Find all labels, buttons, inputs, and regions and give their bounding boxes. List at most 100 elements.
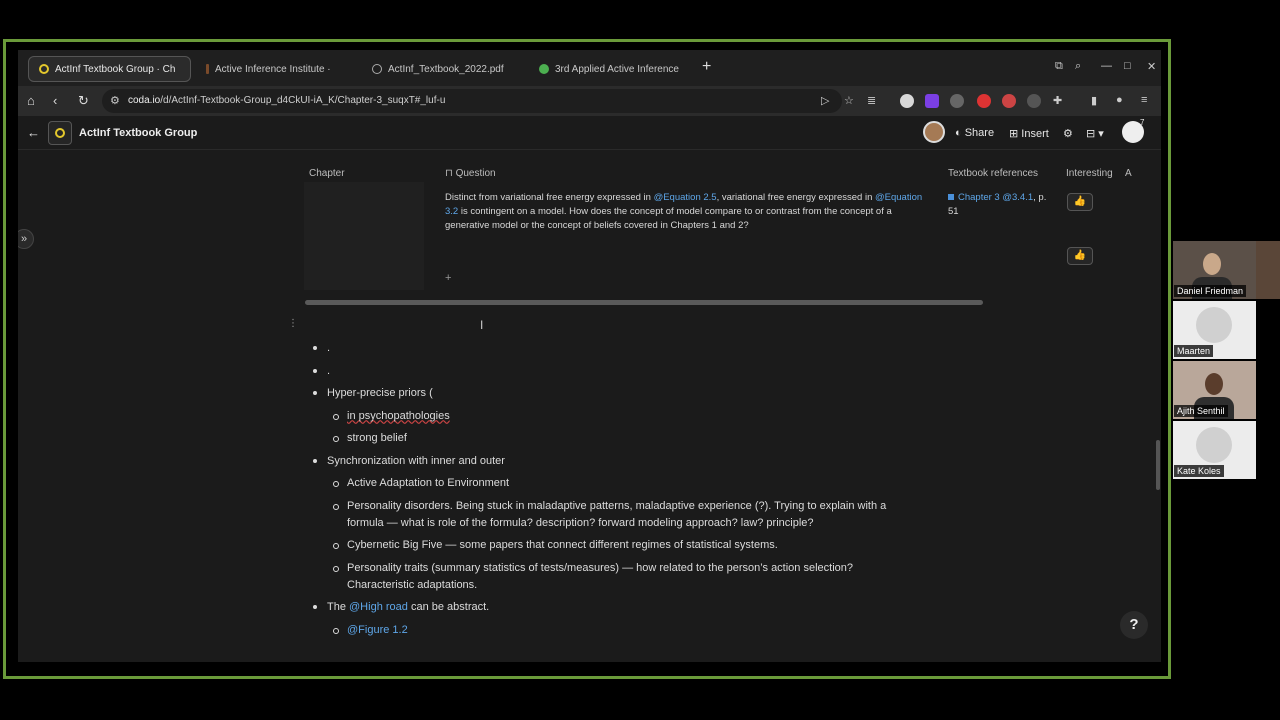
tab-label: Active Inference Institute · xyxy=(215,63,331,75)
list-item-text: can be abstract. xyxy=(407,601,490,613)
reload-icon[interactable]: ↻ xyxy=(78,93,89,109)
help-button[interactable]: ? xyxy=(1120,611,1148,639)
share-button[interactable]: ◐ Share xyxy=(955,127,994,139)
list-item[interactable]: Personality traits (summary statistics o… xyxy=(310,560,890,594)
horizontal-scrollbar[interactable] xyxy=(305,300,983,305)
participant-tile[interactable]: Kate Koles xyxy=(1173,421,1256,479)
participant-name: Maarten xyxy=(1174,345,1214,357)
comments-icon[interactable]: ⊟ ▾ xyxy=(1086,127,1104,140)
tab-textbook-pdf[interactable]: ActInf_Textbook_2022.pdf xyxy=(362,56,524,82)
avatar xyxy=(1196,307,1232,343)
list-item[interactable]: Synchronization with inner and outer xyxy=(310,453,890,470)
list-item[interactable]: strong belief xyxy=(310,430,890,447)
column-header-chapter[interactable]: Chapter xyxy=(309,168,345,179)
bullet-list[interactable]: . . Hyper-precise priors ( in psychopath… xyxy=(310,340,890,644)
new-tab-button[interactable]: + xyxy=(702,58,711,76)
menu-icon[interactable]: ≡ xyxy=(1141,94,1147,106)
share-label: Share xyxy=(964,127,995,139)
tab-label: 3rd Applied Active Inference xyxy=(555,63,679,75)
thumbs-up-button[interactable]: 👍 xyxy=(1067,247,1093,265)
insert-button[interactable]: ⊞ Insert xyxy=(1009,127,1049,140)
tab-search-icon[interactable]: ⧉ xyxy=(1055,60,1063,73)
column-header-interesting[interactable]: Interesting xyxy=(1066,168,1113,179)
site-info-icon[interactable]: ⚙ xyxy=(110,94,120,107)
equation-link[interactable]: @Equation 2.5 xyxy=(654,192,717,203)
participant-name: Daniel Friedman xyxy=(1174,285,1247,297)
column-header-textbook-references[interactable]: Textbook references xyxy=(948,168,1038,179)
participant-name: Ajith Senthil xyxy=(1174,405,1228,417)
list-item[interactable]: in psychopathologies xyxy=(310,408,890,425)
shared-window-frame: ActInf Textbook Group · Ch Active Infere… xyxy=(3,39,1171,679)
participant-video-strip xyxy=(1256,241,1280,299)
extension-icon[interactable] xyxy=(1002,94,1016,108)
list-item[interactable]: Cybernetic Big Five — some papers that c… xyxy=(310,537,890,554)
extension-icon[interactable] xyxy=(925,94,939,108)
extension-icon[interactable] xyxy=(977,94,991,108)
participant-tile[interactable]: Ajith Senthil xyxy=(1173,361,1256,419)
chapter-cell[interactable] xyxy=(304,182,424,290)
participant-video xyxy=(1203,253,1221,275)
question-cell[interactable]: Distinct from variational free energy ex… xyxy=(445,191,935,233)
coda-doc-header: ← ActInf Textbook Group ◐ Share ⊞ Insert… xyxy=(18,116,1161,150)
extensions-puzzle-icon[interactable]: ✚ xyxy=(1053,94,1062,107)
list-item[interactable]: Personality disorders. Being stuck in ma… xyxy=(310,498,890,532)
tab-strip: ActInf Textbook Group · Ch Active Infere… xyxy=(18,50,1161,86)
tab-actinf-textbook-group[interactable]: ActInf Textbook Group · Ch xyxy=(28,56,191,82)
high-road-link[interactable]: @High road xyxy=(349,601,408,613)
participant-tile[interactable]: Maarten xyxy=(1173,301,1256,359)
doc-logo[interactable] xyxy=(48,121,72,145)
extension-icon[interactable] xyxy=(1027,94,1041,108)
question-text: is contingent on a model. How does the c… xyxy=(445,206,892,231)
list-item[interactable]: Active Adaptation to Environment xyxy=(310,475,890,492)
figure-link[interactable]: @Figure 1.2 xyxy=(347,624,408,636)
list-item[interactable]: Hyper-precise priors ( xyxy=(310,385,890,402)
avatar xyxy=(1196,427,1232,463)
block-drag-handle-icon[interactable]: ⋮ xyxy=(288,318,298,329)
doc-canvas: » Chapter ⊓ Question Textbook references… xyxy=(18,150,1161,662)
browser-window: ActInf Textbook Group · Ch Active Infere… xyxy=(18,50,1161,662)
back-icon[interactable]: ‹ xyxy=(53,93,57,108)
list-item[interactable]: The @High road can be abstract. xyxy=(310,599,890,616)
add-row-button[interactable]: + xyxy=(445,272,451,284)
column-header-truncated[interactable]: A xyxy=(1125,168,1132,179)
chapter-reference-link[interactable]: Chapter 3 @3.4.1 xyxy=(958,192,1033,203)
site-favicon-icon xyxy=(539,64,549,74)
insert-label: Insert xyxy=(1021,128,1049,140)
reference-cell[interactable]: Chapter 3 @3.4.1, p. 51 xyxy=(948,191,1058,219)
home-icon[interactable]: ⌂ xyxy=(27,93,35,108)
thumbs-up-button[interactable]: 👍 xyxy=(1067,193,1093,211)
reading-list-icon[interactable]: ≣ xyxy=(867,94,876,107)
tab-applied-active-inference[interactable]: 3rd Applied Active Inference xyxy=(529,56,691,82)
list-item[interactable]: . xyxy=(310,340,890,357)
tab-active-inference-institute[interactable]: Active Inference Institute · xyxy=(196,56,356,82)
search-icon[interactable]: ⌕ xyxy=(1075,60,1081,73)
list-item[interactable]: @Figure 1.2 xyxy=(310,622,890,639)
bookmark-star-icon[interactable]: ☆ xyxy=(844,94,854,107)
question-text: Distinct from variational free energy ex… xyxy=(445,192,654,203)
maximize-icon[interactable]: □ xyxy=(1124,60,1131,72)
vertical-scrollbar[interactable] xyxy=(1156,440,1160,490)
close-icon[interactable]: ✕ xyxy=(1147,60,1156,73)
minimize-icon[interactable]: — xyxy=(1101,60,1112,72)
profile-icon[interactable]: ● xyxy=(1116,94,1123,106)
site-favicon-icon xyxy=(206,64,209,74)
expand-sidebar-icon[interactable]: » xyxy=(18,229,34,249)
tab-label: ActInf_Textbook_2022.pdf xyxy=(388,63,504,75)
send-icon[interactable]: ▷ xyxy=(821,94,829,107)
back-arrow-icon[interactable]: ← xyxy=(27,125,40,140)
table-row-icon xyxy=(948,194,954,200)
participant-name: Kate Koles xyxy=(1174,465,1224,477)
participant-tile[interactable]: Daniel Friedman xyxy=(1173,241,1256,299)
extension-icon[interactable] xyxy=(950,94,964,108)
list-item[interactable]: . xyxy=(310,363,890,380)
settings-gear-icon[interactable]: ⚙ xyxy=(1063,127,1073,140)
doc-title: ActInf Textbook Group xyxy=(79,127,198,139)
question-text: , variational free energy expressed in xyxy=(716,192,875,203)
column-header-question[interactable]: ⊓ Question xyxy=(445,168,496,179)
avatar[interactable] xyxy=(923,121,945,143)
column-header-label: Question xyxy=(455,168,496,179)
side-panel-icon[interactable]: ▮ xyxy=(1091,94,1097,107)
coda-logo-icon xyxy=(39,64,49,74)
extension-icon[interactable] xyxy=(900,94,914,108)
tab-label: ActInf Textbook Group · Ch xyxy=(55,63,176,75)
